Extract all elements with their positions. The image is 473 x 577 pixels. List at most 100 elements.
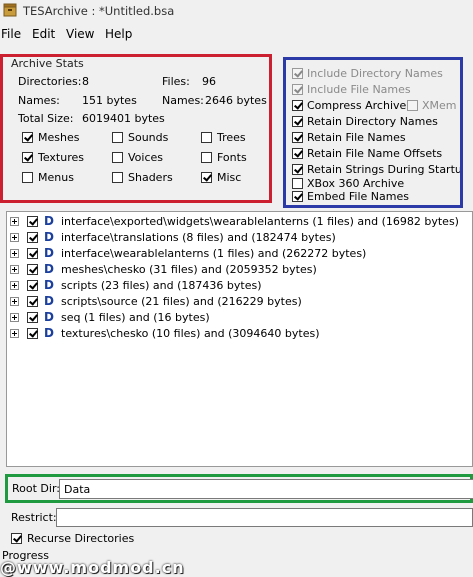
retain-strings-checkbox[interactable] bbox=[292, 164, 303, 175]
retain-strings-label: Retain Strings During Startup bbox=[307, 163, 463, 176]
directory-icon: D bbox=[44, 310, 54, 324]
expand-icon[interactable] bbox=[10, 329, 19, 338]
include-dir-names-checkbox[interactable] bbox=[292, 68, 303, 79]
root-dir-group: Root Dir: Data bbox=[5, 474, 473, 503]
menu-file[interactable]: File bbox=[1, 27, 21, 41]
misc-checkbox[interactable] bbox=[201, 172, 212, 183]
watermark: @www.modmod.cn bbox=[0, 558, 185, 577]
expand-icon[interactable] bbox=[10, 281, 19, 290]
file-names-label: Names: bbox=[162, 94, 204, 107]
xbox360-checkbox[interactable] bbox=[292, 178, 303, 189]
tree-row-checkbox[interactable] bbox=[27, 232, 38, 243]
tree-row[interactable]: D interface\exported\widgets\wearablelan… bbox=[7, 214, 472, 230]
expand-icon[interactable] bbox=[10, 233, 19, 242]
archive-stats-legend: Archive Stats bbox=[10, 57, 85, 70]
expand-icon[interactable] bbox=[10, 249, 19, 258]
trees-label: Trees bbox=[217, 131, 246, 144]
include-file-names-checkbox[interactable] bbox=[292, 84, 303, 95]
root-dir-label: Root Dir: bbox=[12, 482, 60, 495]
retain-file-names-checkbox[interactable] bbox=[292, 132, 303, 143]
tree-row-checkbox[interactable] bbox=[27, 328, 38, 339]
sounds-checkbox[interactable] bbox=[112, 132, 123, 143]
textures-label: Textures bbox=[38, 151, 84, 164]
directory-icon: D bbox=[44, 246, 54, 260]
expand-icon[interactable] bbox=[10, 265, 19, 274]
files-value: 96 bbox=[202, 75, 216, 88]
retain-file-names-label: Retain File Names bbox=[307, 131, 406, 144]
tree-row-checkbox[interactable] bbox=[27, 312, 38, 323]
total-size-label: Total Size: bbox=[18, 112, 74, 125]
directory-icon: D bbox=[44, 262, 54, 276]
directory-tree[interactable]: D interface\exported\widgets\wearablelan… bbox=[6, 211, 473, 467]
retain-dir-names-label: Retain Directory Names bbox=[307, 115, 438, 128]
tree-row[interactable]: D scripts (23 files) and (187436 bytes) bbox=[7, 278, 472, 294]
trees-checkbox[interactable] bbox=[201, 132, 212, 143]
textures-checkbox[interactable] bbox=[22, 152, 33, 163]
voices-checkbox[interactable] bbox=[112, 152, 123, 163]
restrict-input[interactable] bbox=[56, 508, 473, 527]
tree-row[interactable]: D interface\wearablelanterns (1 files) a… bbox=[7, 246, 472, 262]
menu-bar: File Edit View Help bbox=[0, 24, 473, 44]
recurse-directories-checkbox[interactable] bbox=[11, 533, 22, 544]
expand-icon[interactable] bbox=[10, 297, 19, 306]
retain-file-offsets-label: Retain File Name Offsets bbox=[307, 147, 443, 160]
xmem-codec-label: XMem Codec bbox=[422, 99, 460, 112]
tree-row-label: interface\wearablelanterns (1 files) and… bbox=[61, 247, 367, 260]
directory-icon: D bbox=[44, 230, 54, 244]
misc-label: Misc bbox=[217, 171, 242, 184]
menus-checkbox[interactable] bbox=[22, 172, 33, 183]
tree-row-label: seq (1 files) and (16 bytes) bbox=[61, 311, 210, 324]
directory-icon: D bbox=[44, 214, 54, 228]
root-dir-input[interactable]: Data bbox=[59, 479, 473, 499]
menu-help[interactable]: Help bbox=[105, 27, 132, 41]
expand-icon[interactable] bbox=[10, 217, 19, 226]
tree-row-checkbox[interactable] bbox=[27, 280, 38, 291]
sounds-label: Sounds bbox=[128, 131, 169, 144]
tree-row[interactable]: D scripts\source (21 files) and (216229 … bbox=[7, 294, 472, 310]
tree-row[interactable]: D textures\chesko (10 files) and (309464… bbox=[7, 326, 472, 342]
names-value: 151 bytes bbox=[82, 94, 137, 107]
compress-archive-label: Compress Archive bbox=[307, 99, 407, 112]
tree-row-checkbox[interactable] bbox=[27, 216, 38, 227]
tree-row[interactable]: D meshes\chesko (31 files) and (2059352 … bbox=[7, 262, 472, 278]
root-dir-value: Data bbox=[64, 483, 91, 496]
include-dir-names-label: Include Directory Names bbox=[307, 67, 443, 80]
shaders-label: Shaders bbox=[128, 171, 173, 184]
total-size-value: 6019401 bytes bbox=[82, 112, 165, 125]
tree-row-label: scripts\source (21 files) and (216229 by… bbox=[61, 295, 302, 308]
xbox360-label: XBox 360 Archive bbox=[307, 177, 405, 190]
embed-file-names-label: Embed File Names bbox=[307, 190, 409, 203]
retain-file-offsets-checkbox[interactable] bbox=[292, 148, 303, 159]
fonts-checkbox[interactable] bbox=[201, 152, 212, 163]
file-names-value: 2646 bytes bbox=[205, 94, 267, 107]
xmem-codec-checkbox[interactable] bbox=[407, 100, 418, 111]
tree-row-checkbox[interactable] bbox=[27, 248, 38, 259]
tree-row-label: interface\translations (8 files) and (18… bbox=[61, 231, 336, 244]
meshes-label: Meshes bbox=[38, 131, 80, 144]
directories-value: 8 bbox=[82, 75, 89, 88]
archive-stats-group: Archive Stats Directories: 8 Files: 96 N… bbox=[0, 54, 272, 203]
tree-row-checkbox[interactable] bbox=[27, 296, 38, 307]
tree-row[interactable]: D seq (1 files) and (16 bytes) bbox=[7, 310, 472, 326]
embed-file-names-checkbox[interactable] bbox=[292, 191, 303, 202]
recurse-directories-label: Recurse Directories bbox=[27, 532, 135, 545]
expand-icon[interactable] bbox=[10, 313, 19, 322]
directory-icon: D bbox=[44, 326, 54, 340]
menu-edit[interactable]: Edit bbox=[32, 27, 55, 41]
meshes-checkbox[interactable] bbox=[22, 132, 33, 143]
tree-row[interactable]: D interface\translations (8 files) and (… bbox=[7, 230, 472, 246]
restrict-label: Restrict: bbox=[11, 511, 57, 524]
shaders-checkbox[interactable] bbox=[112, 172, 123, 183]
compress-archive-checkbox[interactable] bbox=[292, 100, 303, 111]
names-label: Names: bbox=[18, 94, 60, 107]
tree-row-label: scripts (23 files) and (187436 bytes) bbox=[61, 279, 262, 292]
retain-dir-names-checkbox[interactable] bbox=[292, 116, 303, 127]
title-bar: TESArchive : *Untitled.bsa bbox=[0, 0, 473, 22]
menus-label: Menus bbox=[38, 171, 74, 184]
app-icon bbox=[3, 3, 17, 17]
tree-row-label: interface\exported\widgets\wearablelante… bbox=[61, 215, 459, 228]
tree-row-checkbox[interactable] bbox=[27, 264, 38, 275]
tree-row-label: textures\chesko (10 files) and (3094640 … bbox=[61, 327, 320, 340]
menu-view[interactable]: View bbox=[66, 27, 94, 41]
window-title: TESArchive : *Untitled.bsa bbox=[23, 4, 175, 18]
